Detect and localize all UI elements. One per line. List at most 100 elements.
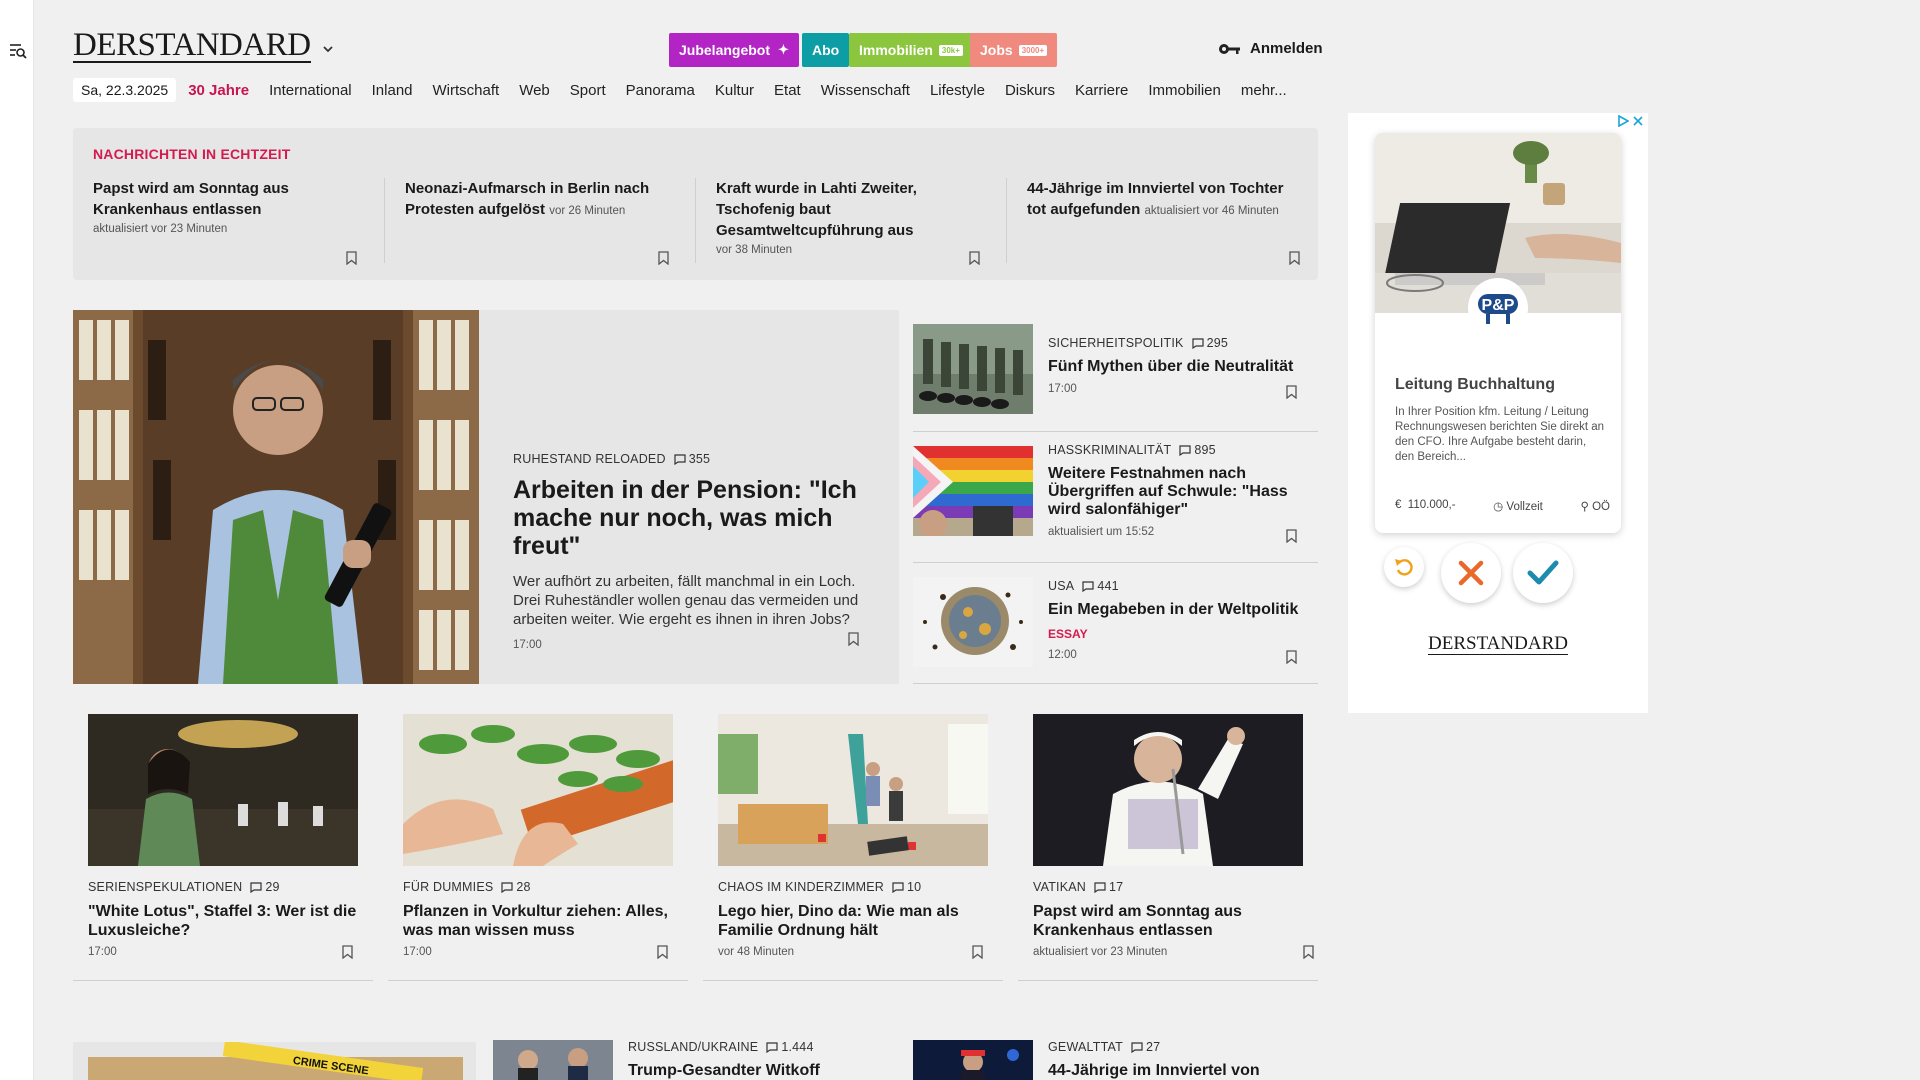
article-card[interactable]: CHAOS IM KINDERZIMMER 10 Lego hier, Dino… (703, 714, 1003, 981)
side-story[interactable]: USA 441 Ein Megabeben in der Weltpolitik… (913, 574, 1318, 684)
side-headline[interactable]: Weitere Festnahmen nach Übergriffen auf … (1048, 465, 1310, 519)
ad-facts: € 110.000,- ◷ Vollzeit ⚲ OÖ (1395, 499, 1610, 513)
side-kicker: SICHERHEITSPOLITIK 295 (1048, 336, 1310, 350)
ticker-item[interactable]: Kraft wurde in Lahti Zweiter, Tschofenig… (695, 178, 985, 265)
login-button[interactable]: Anmelden (1218, 40, 1323, 57)
comment-count[interactable]: 17 (1094, 880, 1123, 894)
article-card-image[interactable] (88, 714, 358, 866)
ad-banner[interactable]: P&P Leitung Buchhaltung In Ihrer Positio… (1348, 113, 1648, 713)
bottom-story-image[interactable] (493, 1040, 613, 1080)
nav-item-kultur[interactable]: Kultur (715, 82, 754, 99)
nav-item-diskurs[interactable]: Diskurs (1005, 82, 1055, 99)
article-card-image[interactable] (718, 714, 988, 866)
bookmark-icon[interactable] (658, 251, 669, 265)
nav-item-sport[interactable]: Sport (570, 82, 606, 99)
bookmark-icon[interactable] (1286, 650, 1297, 664)
lead-story-image[interactable] (73, 310, 479, 684)
comment-count[interactable]: 29 (250, 880, 279, 894)
article-card[interactable]: FÜR DUMMIES 28 Pflanzen in Vorkultur zie… (388, 714, 688, 981)
job-ad-card[interactable]: P&P Leitung Buchhaltung In Ihrer Positio… (1375, 133, 1621, 533)
nav-item-30-jahre[interactable]: 30 Jahre (188, 82, 249, 99)
comment-count[interactable]: 1.444 (766, 1040, 813, 1054)
side-story[interactable]: SICHERHEITSPOLITIK 295 Fünf Mythen über … (913, 322, 1318, 432)
reject-button[interactable] (1441, 543, 1501, 603)
jubelangebot-button[interactable]: Jubelangebot ✦ (669, 33, 799, 67)
company-logo: P&P (1468, 278, 1528, 338)
ad-job-title[interactable]: Leitung Buchhaltung (1395, 376, 1555, 394)
comment-count[interactable]: 295 (1191, 336, 1228, 350)
ticker-item-time: aktualisiert vor 46 Minuten (1144, 205, 1279, 217)
side-story-image[interactable] (913, 324, 1033, 414)
jobs-button[interactable]: Jobs 3000+ (970, 33, 1058, 67)
article-card-text: CHAOS IM KINDERZIMMER 10 Lego hier, Dino… (718, 880, 988, 958)
side-story-image[interactable] (913, 446, 1033, 536)
lead-story[interactable]: RUHESTAND RELOADED 355 Arbeiten in der P… (73, 310, 899, 684)
lead-teaser: Wer aufhört zu arbeiten, fällt manchmal … (513, 573, 859, 628)
article-card-image[interactable] (403, 714, 673, 866)
comment-icon (766, 1041, 778, 1053)
ticker-item[interactable]: Papst wird am Sonntag aus Krankenhaus en… (73, 178, 363, 265)
close-icon[interactable] (1632, 115, 1644, 127)
side-story[interactable]: HASSKRIMINALITÄT 895 Weitere Festnahmen … (913, 443, 1318, 563)
card-headline[interactable]: "White Lotus", Staffel 3: Wer ist die Lu… (88, 902, 358, 940)
ad-choices[interactable] (1617, 115, 1644, 127)
comment-count[interactable]: 895 (1179, 443, 1216, 457)
bookmark-icon[interactable] (972, 945, 983, 959)
ad-info-icon[interactable] (1617, 115, 1629, 127)
undo-button[interactable] (1384, 547, 1424, 587)
nav-item-web[interactable]: Web (519, 82, 550, 99)
comment-count[interactable]: 355 (674, 452, 710, 466)
ticker-item[interactable]: Neonazi-Aufmarsch in Berlin nach Protest… (384, 178, 674, 265)
article-card[interactable]: VATIKAN 17 Papst wird am Sonntag aus Kra… (1018, 714, 1318, 981)
abo-button[interactable]: Abo (802, 33, 850, 67)
side-headline[interactable]: Fünf Mythen über die Neutralität (1048, 358, 1310, 376)
nav-item-lifestyle[interactable]: Lifestyle (930, 82, 985, 99)
chevron-down-icon[interactable] (321, 42, 335, 56)
bookmark-icon[interactable] (969, 251, 980, 265)
bottom-headline[interactable]: 44-Jährige im Innviertel von (1048, 1062, 1310, 1080)
article-card[interactable]: SERIENSPEKULATIONEN 29 "White Lotus", St… (73, 714, 373, 981)
immobilien-button[interactable]: Immobilien 30k+ (849, 33, 973, 67)
bookmark-icon[interactable] (657, 945, 668, 959)
comment-count[interactable]: 441 (1082, 579, 1119, 593)
search-menu-icon[interactable] (9, 42, 27, 60)
bookmark-icon[interactable] (1289, 251, 1300, 265)
bottom-story-box[interactable]: CRIME SCENE (73, 1042, 476, 1080)
jobs-label: Jobs (980, 42, 1013, 58)
nav-item-international[interactable]: International (269, 82, 352, 99)
bookmark-icon[interactable] (1286, 529, 1297, 543)
card-headline[interactable]: Pflanzen in Vorkultur ziehen: Alles, was… (403, 902, 673, 940)
nav-item-panorama[interactable]: Panorama (626, 82, 695, 99)
lead-headline[interactable]: Arbeiten in der Pension: "Ich mache nur … (513, 476, 869, 560)
bookmark-icon[interactable] (1303, 945, 1314, 959)
main-nav: Sa, 22.3.2025 30 Jahre International Inl… (73, 76, 1307, 104)
nav-item-immobilien[interactable]: Immobilien (1148, 82, 1221, 99)
bookmark-icon[interactable] (346, 251, 357, 265)
bottom-headline[interactable]: Trump-Gesandter Witkoff (628, 1062, 928, 1080)
bookmark-icon[interactable] (1286, 385, 1297, 399)
bottom-story-image[interactable]: CRIME SCENE (73, 1042, 476, 1080)
side-story-text: USA 441 Ein Megabeben in der Weltpolitik… (1048, 579, 1310, 661)
comment-count[interactable]: 27 (1131, 1040, 1160, 1054)
ticker-item[interactable]: 44-Jährige im Innviertel von Tochter tot… (1006, 178, 1318, 265)
nav-item-wissenschaft[interactable]: Wissenschaft (821, 82, 910, 99)
nav-item-wirtschaft[interactable]: Wirtschaft (433, 82, 500, 99)
bookmark-icon[interactable] (848, 632, 859, 646)
site-logo[interactable]: DERSTANDARD (73, 29, 311, 63)
nav-item-inland[interactable]: Inland (372, 82, 413, 99)
accept-button[interactable] (1513, 543, 1573, 603)
nav-item-karriere[interactable]: Karriere (1075, 82, 1128, 99)
nav-item-etat[interactable]: Etat (774, 82, 801, 99)
card-headline[interactable]: Papst wird am Sonntag aus Krankenhaus en… (1033, 902, 1303, 940)
bottom-story-image[interactable] (913, 1040, 1033, 1080)
side-headline[interactable]: Ein Megabeben in der Weltpolitik (1048, 601, 1310, 619)
article-card-image[interactable] (1033, 714, 1303, 866)
comment-count[interactable]: 28 (501, 880, 530, 894)
card-headline[interactable]: Lego hier, Dino da: Wie man als Familie … (718, 902, 988, 940)
card-time: 17:00 (88, 946, 117, 958)
side-story-image[interactable] (913, 577, 1033, 667)
ticker-item-time: vor 26 Minuten (549, 205, 626, 217)
bookmark-icon[interactable] (342, 945, 353, 959)
comment-count[interactable]: 10 (892, 880, 921, 894)
nav-item-mehr[interactable]: mehr... (1241, 82, 1287, 99)
